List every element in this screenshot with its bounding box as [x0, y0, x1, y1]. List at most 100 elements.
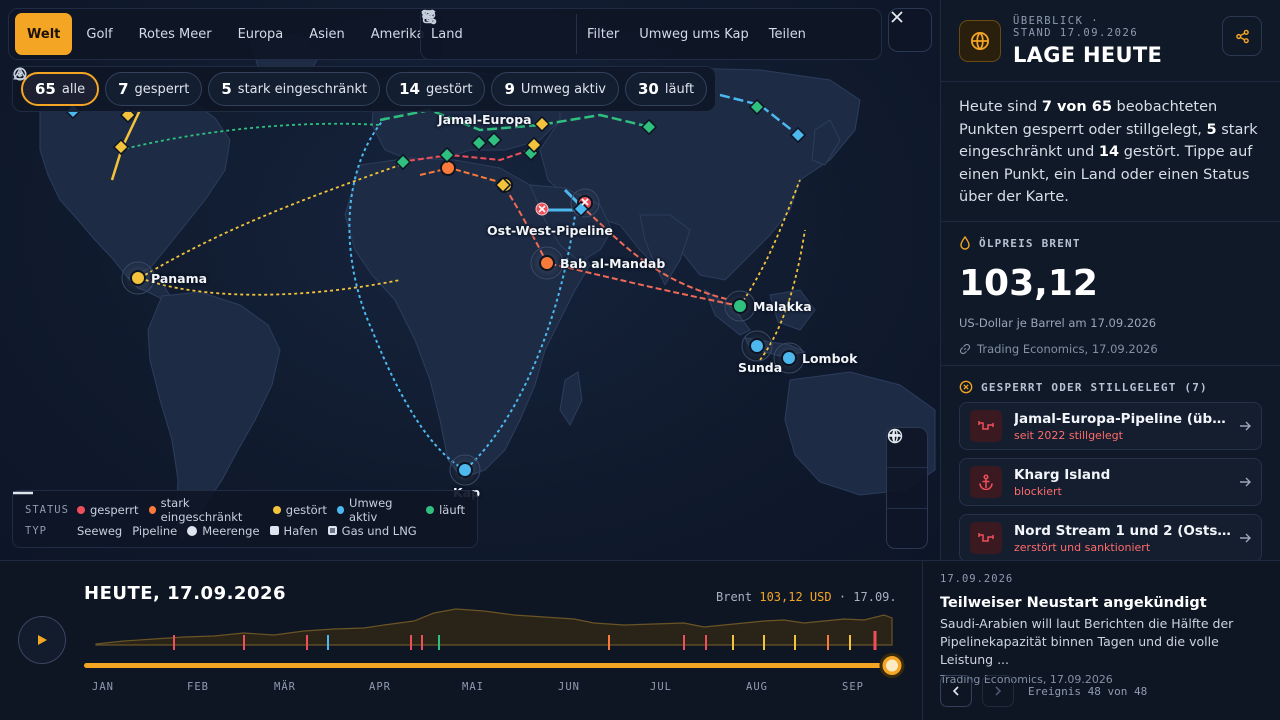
legend-status-row: STATUS gesperrt stark eingeschränkt gest… — [25, 496, 465, 524]
chip-label: alle — [61, 81, 86, 97]
reset-view-button[interactable] — [887, 428, 927, 548]
event-panel: 17.09.2026 Teilweiser Neustart angekündi… — [922, 561, 1280, 720]
legend-laeuft: läuft — [426, 503, 465, 517]
arrow-right-icon — [1240, 533, 1251, 543]
month-label: APR — [369, 681, 391, 693]
share-icon — [422, 9, 435, 24]
label-sunda[interactable]: Sunda — [738, 360, 782, 375]
blocked-item-nord-stream[interactable]: Nord Stream 1 und 2 (Ostsee) zerstört un… — [959, 514, 1262, 562]
chokepoint-kap — [457, 462, 473, 478]
chokepoint-sunda — [749, 338, 765, 354]
blocked-item-title: Nord Stream 1 und 2 (Ostsee) — [1014, 522, 1231, 539]
event-date: 17.09.2026 — [940, 573, 1014, 585]
tab-asien[interactable]: Asien — [297, 13, 357, 55]
chip-count: 14 — [399, 80, 420, 98]
status-chips: 65 alle 7 gesperrt 5 stark eingeschränkt… — [12, 66, 717, 112]
month-label: MAI — [462, 681, 484, 693]
chip-count: 30 — [638, 80, 659, 98]
oil-price-section: ÖLPREIS BRENT 103,12 US-Dollar je Barrel… — [941, 222, 1280, 366]
timeline-progress — [84, 663, 894, 668]
chevron-left-icon — [952, 686, 959, 696]
blocked-item-status: blockiert — [1014, 484, 1062, 498]
blocked-item-title: Jamal-Europa-Pipeline (über Belarus) — [1014, 410, 1231, 427]
play-icon — [38, 635, 47, 645]
share-icon — [1235, 29, 1249, 43]
blocked-item-title: Kharg Island — [1014, 466, 1111, 483]
summary-text: Heute sind 7 von 65 beobachteten Punkten… — [941, 82, 1280, 222]
chip-count: 5 — [221, 80, 232, 98]
app-root: Jamal-Europa Ost-West-Pipeline Bab al-Ma… — [0, 0, 1280, 720]
chip-gestoert[interactable]: 14 gestört — [13, 67, 486, 106]
chip-label: gesperrt — [134, 81, 190, 97]
next-event-button[interactable] — [982, 675, 1014, 707]
chip-alle[interactable]: 65 alle — [21, 72, 100, 106]
label-malakka[interactable]: Malakka — [753, 299, 812, 314]
sidebar-eyebrow: ÜBERBLICK · STAND 17.09.2026 — [1013, 14, 1139, 39]
chip-count: 65 — [35, 80, 56, 98]
oil-price-label: ÖLPREIS BRENT — [959, 236, 1262, 250]
chip-umweg-aktiv[interactable]: 9 Umweg aktiv — [13, 67, 619, 106]
label-panama[interactable]: Panama — [151, 271, 207, 286]
label-jamal-europa[interactable]: Jamal-Europa — [438, 112, 532, 127]
globe-icon — [887, 428, 903, 444]
anchor-icon — [979, 474, 993, 490]
close-button[interactable] — [888, 8, 932, 52]
land-select[interactable]: Land — [421, 10, 577, 54]
oil-price-source[interactable]: Trading Economics, 17.09.2026 — [959, 342, 1262, 356]
blocked-section: GESPERRT ODER STILLGELEGT (7) Jamal-Euro… — [941, 366, 1280, 562]
month-label: AUG — [746, 681, 768, 693]
detour-button[interactable]: Umweg ums Kap — [421, 9, 759, 54]
chokepoint-panama — [130, 270, 146, 286]
label-ost-west-pipeline[interactable]: Ost-West-Pipeline — [487, 223, 613, 238]
month-label: FEB — [187, 681, 209, 693]
chokepoint-malakka — [732, 298, 748, 314]
legend-gesperrt: gesperrt — [77, 503, 139, 517]
overview-badge — [959, 19, 1001, 62]
chip-laeuft[interactable]: 30 läuft — [13, 67, 708, 106]
map-legend: STATUS gesperrt stark eingeschränkt gest… — [12, 490, 478, 548]
blocked-item-status: zerstört und sanktioniert — [1014, 540, 1151, 554]
filter-button[interactable]: Filter — [421, 11, 629, 54]
chip-label: läuft — [664, 81, 695, 97]
tab-rotes-meer[interactable]: Rotes Meer — [127, 13, 224, 55]
legend-meerenge: Meerenge — [187, 524, 260, 538]
tab-europa[interactable]: Europa — [226, 13, 296, 55]
blocked-item-kharg[interactable]: Kharg Island blockiert — [959, 458, 1262, 506]
event-body: Saudi-Arabien will laut Berichten die Hä… — [940, 616, 1234, 667]
sidebar-share-button[interactable] — [1222, 16, 1262, 56]
pipeline-icon — [978, 421, 994, 430]
region-tabs: Welt Golf Rotes Meer Europa Asien Amerik… — [8, 8, 444, 60]
share-map-button[interactable]: Teilen — [422, 9, 816, 54]
legend-type-row: TYP Seeweg Pipeline Meerenge Hafen Gas u… — [13, 491, 465, 541]
chip-label: gestört — [425, 81, 473, 97]
chip-label: stark eingeschränkt — [237, 81, 368, 97]
month-label: JUN — [558, 681, 580, 693]
share-label: Teilen — [768, 26, 806, 42]
timeline-panel: HEUTE, 17.09.2026 Brent 103,12 USD · 17.… — [0, 560, 1280, 720]
chip-stark-eingeschraenkt[interactable]: 5 stark eingeschränkt — [13, 67, 381, 106]
detour-label: Umweg ums Kap — [639, 26, 749, 42]
arrow-right-icon — [1240, 421, 1251, 431]
month-label: MÄR — [274, 681, 296, 693]
play-button[interactable] — [18, 616, 66, 664]
month-label: JUL — [650, 681, 672, 693]
legend-umweg-aktiv: Umweg aktiv — [336, 496, 416, 524]
world-map[interactable]: Jamal-Europa Ost-West-Pipeline Bab al-Ma… — [0, 0, 940, 560]
land-madagascar — [559, 371, 583, 427]
previous-event-button[interactable] — [940, 675, 972, 707]
label-bab-al-mandab[interactable]: Bab al-Mandab — [560, 256, 665, 271]
label-lombok[interactable]: Lombok — [802, 351, 857, 366]
tab-golf[interactable]: Golf — [74, 13, 124, 55]
x-circle-icon — [959, 380, 973, 394]
blocked-item-jamal[interactable]: Jamal-Europa-Pipeline (über Belarus) sei… — [959, 402, 1262, 450]
blocked-item-status: seit 2022 stillgelegt — [1014, 428, 1123, 442]
tab-welt[interactable]: Welt — [15, 13, 73, 55]
chip-gesperrt[interactable]: 7 gesperrt — [13, 67, 203, 106]
land-select-label: Land — [431, 26, 463, 42]
timeline-chart[interactable] — [84, 601, 914, 679]
blocked-label: GESPERRT ODER STILLGELEGT (7) — [959, 380, 1262, 394]
zoom-out-button[interactable] — [887, 434, 927, 509]
close-icon — [891, 11, 903, 23]
link-icon — [959, 343, 971, 355]
chevron-right-icon — [995, 686, 1002, 696]
